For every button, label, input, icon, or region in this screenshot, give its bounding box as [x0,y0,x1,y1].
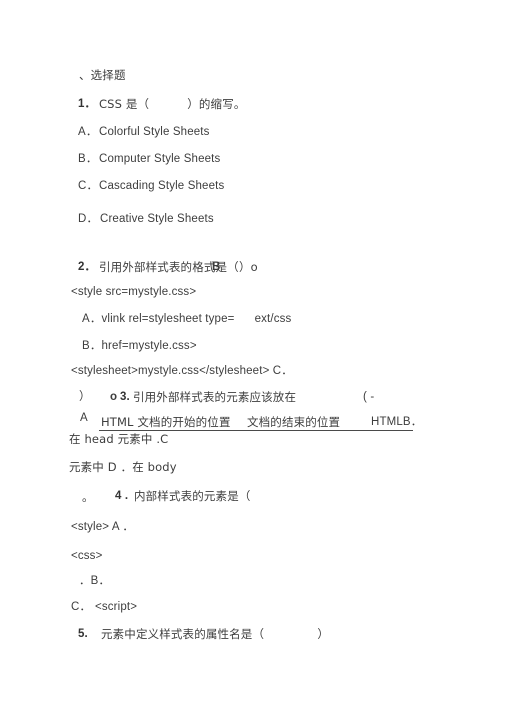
question-1-option-c-text: Cascading Style Sheets [99,180,225,192]
question-3-stray-mark: o [110,391,118,403]
document-page: 、选择题 1． CSS 是（ ）的缩写。 A． Colorful Style S… [0,0,505,714]
question-3-lead-fragment: ） [79,391,91,403]
question-1-option-b-label: B． [78,153,98,165]
question-2-line-4: <stylesheet>mystyle.css</stylesheet> C． [71,365,293,377]
question-4-lead-punct: 。 [82,490,94,504]
question-1-option-d-label: D． [78,213,99,225]
section-heading: 、选择题 [79,68,126,82]
question-5-stem: 元素中定义样式表的属性名是（ ） [101,627,330,641]
question-4-option-4-label: C． [71,601,92,613]
question-1-stem: CSS 是（ ）的缩写。 [99,97,246,111]
question-4-option-3: ．B． [79,575,111,587]
question-1-number: 1． [78,98,97,110]
question-1-option-d-text: Creative Style Sheets [100,213,214,225]
question-1-option-a-label: A． [78,126,98,138]
question-2-line-3: B．href=mystyle.css> [82,340,197,352]
question-3-fill-in-underline [99,430,413,431]
question-2-line-2: A．vlink rel=stylesheet type= ext/css [82,313,292,325]
question-3-line-c: 元素中 D ．在 body [69,460,177,474]
question-3-number: 3. [120,391,130,403]
question-1-option-a-text: Colorful Style Sheets [99,126,210,138]
question-3-after-blank: HTMLB． [371,416,423,428]
question-4-number: 4 . [115,490,129,502]
question-3-line-b: 在 head 元素中 .C [69,432,169,446]
question-2-line-1: <style src=mystyle.css> [71,286,197,298]
question-3-blank-text-right: 文档的结束的位置 [247,415,341,429]
question-4-option-1: <style> A ． [71,521,135,533]
question-3-option-a-letter: A [80,412,88,424]
question-2-number: 2． [78,261,97,273]
question-5-number: 5. [78,628,88,640]
question-2-answer-mark: B [212,261,221,273]
question-4-stem: 内部样式表的元素是（ [134,489,251,503]
question-1-option-b-text: Computer Style Sheets [99,153,221,165]
question-3-stem: 引用外部样式表的元素应该放在 [133,390,297,404]
question-2-stem-suffix: ）o [239,260,258,274]
question-4-option-4-text: <script> [95,601,138,613]
question-3-blank-text-left: HTML 文档的开始的位置 [101,415,231,429]
question-1-option-c-label: C． [78,180,99,192]
question-4-option-2: <css> [71,550,103,562]
question-3-trailing: ( - [363,391,375,403]
